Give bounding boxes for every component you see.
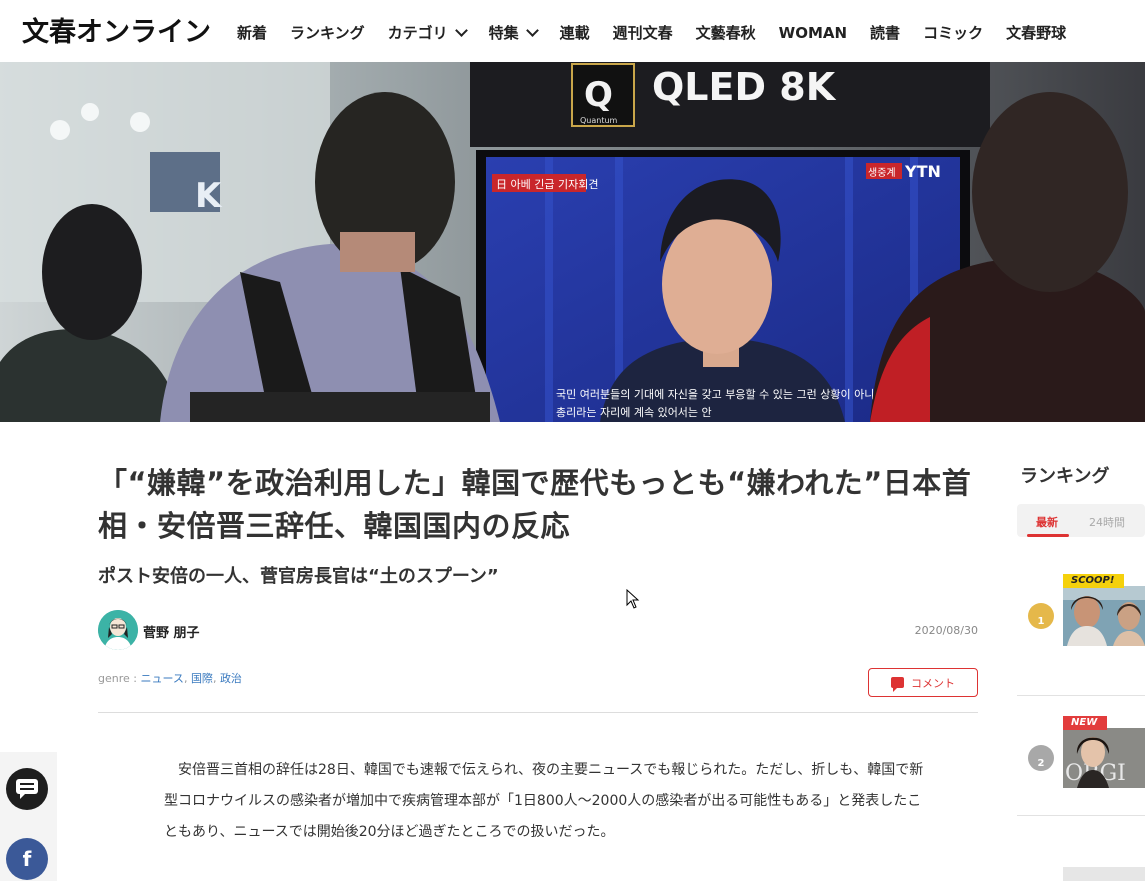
nav-item-label: ランキング [290, 24, 365, 42]
rank-number: 1 [1037, 616, 1045, 627]
nav-item-label: 読書 [870, 24, 901, 42]
tv-banner: 日 아베 긴급 기자회견 [496, 178, 598, 191]
comment-button[interactable]: コメント [868, 668, 978, 697]
ranking-thumbnail: ORGI [1063, 728, 1145, 788]
nav-item-label: WOMAN [778, 23, 848, 42]
nav-item-0[interactable]: 新着 [237, 22, 267, 43]
article-title: 「“嫌韓”を政治利用した」韓国で歴代もっとも“嫌われた”日本首相・安倍晋三辞任、… [98, 466, 972, 543]
scoop-badge: SCOOP! [1063, 574, 1125, 588]
rank-number: 2 [1037, 758, 1045, 769]
article-subtitle: ポスト安倍の一人、菅官房長官は“土のスプーン” [98, 566, 499, 587]
nav-item-label: 特集 [488, 24, 519, 42]
genre-list: genre : ニュース, 国際, 政治 [98, 672, 242, 685]
genre-link-politics[interactable]: 政治 [220, 672, 242, 685]
article: 「“嫌韓”を政治利用した」韓国で歴代もっとも“嫌われた”日本首相・安倍晋三辞任、… [98, 462, 978, 713]
svg-text:Q: Q [584, 75, 613, 115]
main-nav: 新着 ランキング カテゴリ 特集 連載 週刊文春 文藝春秋 WOMAN 読書 コミック 文春野球 [237, 22, 1089, 43]
signage-sub: Quantum [580, 116, 618, 125]
site-logo[interactable]: 文春オンライン [22, 10, 211, 49]
comment-button-label: コメント [911, 676, 955, 690]
nav-item-6[interactable]: 文藝春秋 [696, 22, 756, 43]
nav-item-8[interactable]: 読書 [870, 22, 900, 43]
ranking-separator [1017, 815, 1145, 816]
mouse-cursor-icon [626, 589, 640, 609]
signage-text: QLED 8K [652, 65, 837, 109]
tv-caption-1: 국민 여러분들의 기대에 자신을 갖고 부응할 수 있는 그런 상황이 아니게 … [556, 388, 898, 401]
genre-link-news[interactable]: ニュース [140, 672, 183, 685]
svg-text:K: K [195, 176, 223, 216]
chevron-down-icon [454, 23, 468, 37]
active-tab-indicator [1027, 534, 1069, 537]
nav-item-label: 新着 [237, 24, 268, 42]
tab-latest[interactable]: 最新 [1036, 514, 1058, 530]
nav-item-label: コミック [923, 24, 984, 42]
nav-item-1[interactable]: ランキング [290, 22, 365, 43]
nav-item-9[interactable]: コミック [923, 22, 983, 43]
ranking-thumbnail [1063, 867, 1145, 881]
comment-share-button[interactable] [6, 768, 48, 810]
nav-item-label: 週刊文春 [612, 24, 673, 42]
publish-date: 2020/08/30 [914, 624, 978, 637]
divider [98, 712, 978, 713]
facebook-icon: f [22, 847, 32, 871]
hero-image: K Q Quantum QLED 8K 日 아베 긴급 기자회견 생중계 YTN… [0, 62, 1145, 422]
nav-item-label: 連載 [559, 24, 590, 42]
ranking-tabs: 最新 24時間 [1017, 504, 1145, 537]
facebook-share-button[interactable]: f [6, 838, 48, 880]
author-row: 菅野 朋子 2020/08/30 [98, 610, 978, 650]
comment-icon [891, 677, 904, 692]
rank-medal-icon: 2 [1028, 745, 1054, 771]
rank-medal-icon: 1 [1028, 603, 1054, 629]
nav-item-label: 文春野球 [1006, 24, 1067, 42]
ranking-sidebar: ランキング 最新 24時間 1 SCOOP! 2 NEW [1017, 462, 1145, 881]
author-name[interactable]: 菅野 朋子 [143, 622, 200, 641]
genre-link-international[interactable]: 国際 [191, 672, 213, 685]
nav-item-2[interactable]: カテゴリ [387, 22, 468, 43]
nav-item-label: 文藝春秋 [695, 24, 756, 42]
nav-item-10[interactable]: 文春野球 [1006, 22, 1066, 43]
nav-item-label: カテゴリ [387, 24, 448, 42]
tv-caption-2: 총리라는 자리에 계속 있어서는 안 [556, 406, 712, 419]
ranking-title: ランキング [1020, 466, 1110, 487]
share-bar: f [0, 752, 57, 881]
tv-live-tag: 생중계 [868, 167, 896, 179]
author-avatar[interactable] [98, 610, 138, 650]
chevron-down-icon [525, 23, 539, 37]
nav-item-7[interactable]: WOMAN [779, 24, 847, 42]
nav-item-4[interactable]: 連載 [560, 22, 590, 43]
ranking-thumbnail [1063, 586, 1145, 646]
new-badge: NEW [1063, 716, 1108, 730]
genre-prefix: genre : [98, 672, 141, 685]
tab-24h[interactable]: 24時間 [1089, 514, 1125, 530]
nav-item-5[interactable]: 週刊文春 [613, 22, 673, 43]
tv-channel: YTN [904, 162, 941, 181]
nav-item-3[interactable]: 特集 [488, 22, 539, 43]
ranking-separator [1017, 695, 1145, 696]
site-header: 文春オンライン 新着 ランキング カテゴリ 特集 連載 週刊文春 文藝春秋 WOMAN 読書 コミ… [0, 0, 1145, 62]
article-body: 安倍晋三首相の辞任は28日、韓国でも速報で伝えられ、夜の主要ニュースでも報じられ… [164, 762, 924, 840]
comment-icon [16, 779, 38, 799]
